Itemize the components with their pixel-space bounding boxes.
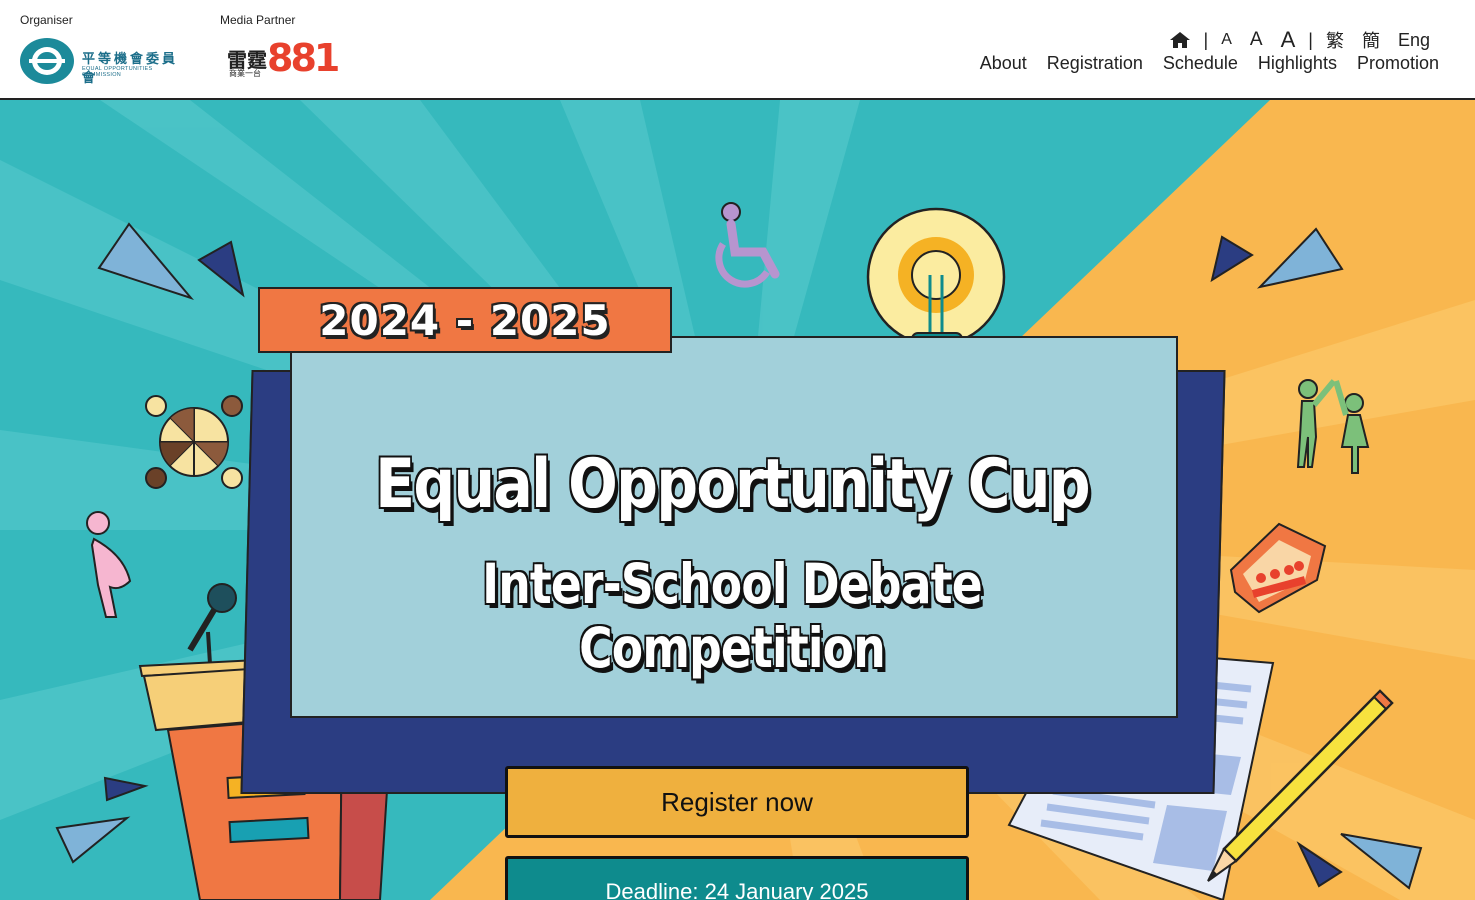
triangle-shapes — [97, 222, 245, 300]
family-high-five-icon — [1296, 379, 1370, 474]
radio-logo-number: 881 — [267, 36, 340, 80]
nav-registration[interactable]: Registration — [1047, 53, 1143, 74]
font-size-small-button[interactable]: A — [1221, 31, 1232, 49]
nav-about[interactable]: About — [980, 53, 1027, 74]
eoc-logo[interactable]: 平等機會委員會 EQUAL OPPORTUNITIES COMMISSION — [20, 38, 190, 86]
font-size-medium-button[interactable]: A — [1250, 29, 1263, 51]
competition-title: Equal Opportunity Cup — [375, 445, 1090, 524]
radio-881-logo[interactable]: 雷霆 商業一台 881 — [227, 36, 340, 82]
organiser-label: Organiser — [20, 13, 73, 27]
eoc-logo-mark — [20, 38, 74, 84]
year-tag: 2024 - 2025 — [258, 287, 672, 353]
font-size-large-button[interactable]: A — [1281, 27, 1296, 53]
hero-banner: 2024 - 2025 Equal Opportunity Cup Inter-… — [0, 100, 1475, 900]
wheelchair-icon — [715, 202, 780, 288]
lang-traditional-chinese[interactable]: 繁 — [1326, 27, 1344, 53]
radio-logo-tagline: 商業一台 — [229, 69, 261, 78]
main-nav: About Registration Schedule Highlights P… — [980, 53, 1439, 74]
site-header: Organiser Media Partner 平等機會委員會 EQUAL OP… — [0, 0, 1475, 100]
nav-schedule[interactable]: Schedule — [1163, 53, 1238, 74]
competition-subtitle: Inter-School Debate Competition — [482, 552, 983, 680]
diverse-hands-circle-icon — [145, 395, 243, 489]
utility-bar: | A A A | 繁 簡 Eng — [1160, 27, 1439, 53]
register-now-button[interactable]: Register now — [505, 766, 969, 838]
media-partner-label: Media Partner — [220, 13, 296, 27]
utility-separator: | — [1203, 29, 1209, 50]
lang-simplified-chinese[interactable]: 簡 — [1362, 27, 1380, 53]
home-icon[interactable] — [1169, 31, 1191, 49]
triangle-shapes — [1210, 227, 1344, 289]
pencil-icon — [1207, 689, 1394, 882]
nav-promotion[interactable]: Promotion — [1357, 53, 1439, 74]
house-family-icon — [1229, 522, 1327, 614]
microphone-icon — [187, 583, 237, 665]
utility-separator: | — [1308, 29, 1313, 50]
lang-english[interactable]: Eng — [1398, 30, 1430, 51]
eoc-logo-name-en: EQUAL OPPORTUNITIES COMMISSION — [82, 66, 153, 78]
year-text: 2024 - 2025 — [319, 295, 611, 345]
deadline-notice: Deadline: 24 January 2025 — [505, 856, 969, 900]
nav-highlights[interactable]: Highlights — [1258, 53, 1337, 74]
